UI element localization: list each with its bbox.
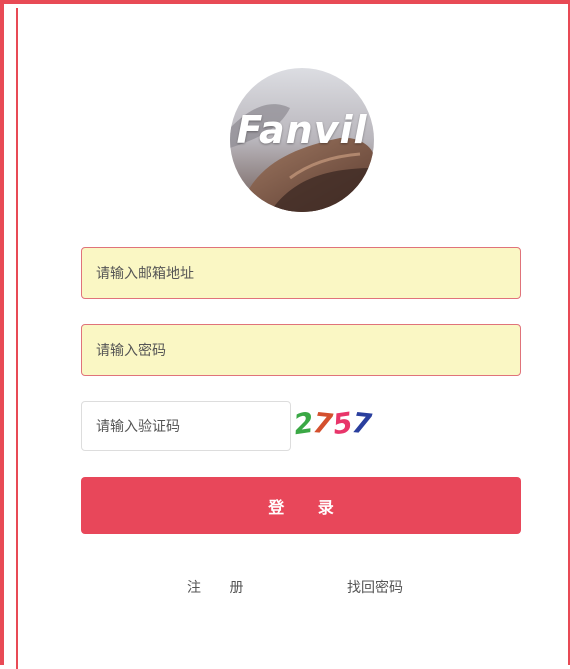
panel-divider (16, 8, 18, 669)
password-field[interactable]: 请输入密码 (81, 324, 521, 376)
captcha-placeholder: 请输入验证码 (96, 419, 180, 435)
captcha-field[interactable]: 请输入验证码 (81, 401, 291, 451)
login-panel: Fanvil 请输入邮箱地址 请输入密码 请输入验证码 2 7 5 7 登 录 … (0, 0, 570, 669)
email-field[interactable]: 请输入邮箱地址 (81, 247, 521, 299)
avatar: Fanvil (230, 68, 374, 212)
register-link[interactable]: 注 册 (187, 577, 255, 597)
recover-password-link[interactable]: 找回密码 (347, 577, 403, 597)
captcha-image[interactable]: 2 7 5 7 (292, 406, 374, 442)
brand-logo-text: Fanvil (236, 108, 368, 152)
password-placeholder: 请输入密码 (96, 343, 166, 359)
captcha-digit: 7 (350, 406, 374, 441)
login-button[interactable]: 登 录 (81, 477, 521, 534)
email-placeholder: 请输入邮箱地址 (96, 266, 194, 282)
